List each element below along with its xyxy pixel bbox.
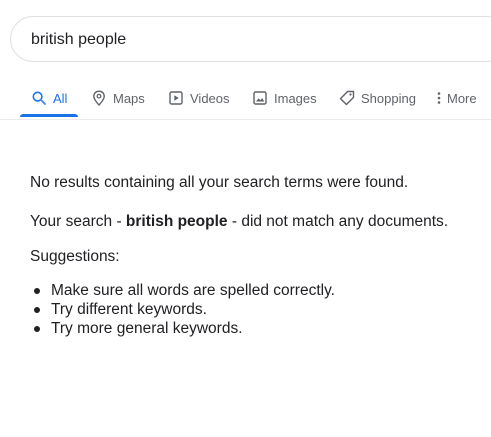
tab-videos-label: Videos	[190, 90, 230, 106]
more-vertical-icon	[435, 90, 443, 106]
map-pin-icon	[91, 90, 107, 106]
bullet-icon	[34, 307, 40, 313]
tab-videos[interactable]: Videos	[168, 86, 230, 110]
did-not-match-suffix: - did not match any documents.	[227, 213, 449, 230]
tab-maps-label: Maps	[113, 90, 145, 106]
tab-maps[interactable]: Maps	[91, 86, 145, 110]
tab-all-label: All	[53, 90, 68, 106]
search-tabs: All Maps Videos Images Shopping More	[0, 76, 491, 120]
did-not-match-query: british people	[125, 213, 228, 230]
tab-shopping-label: Shopping	[361, 90, 416, 106]
tab-more-label: More	[447, 90, 477, 106]
suggestion-text: Make sure all words are spelled correctl…	[51, 282, 335, 299]
search-icon	[31, 90, 47, 106]
suggestion-text: Try more general keywords.	[51, 320, 243, 337]
video-play-icon	[168, 90, 184, 106]
bullet-icon	[34, 326, 40, 332]
search-results-page: All Maps Videos	[0, 0, 491, 437]
image-icon	[252, 90, 268, 106]
bullet-icon	[34, 288, 40, 294]
suggestion-item: Try more general keywords.	[30, 319, 485, 338]
no-results-text: No results containing all your search te…	[30, 174, 409, 191]
suggestion-item: Try different keywords.	[30, 300, 485, 319]
tab-images[interactable]: Images	[252, 86, 317, 110]
tab-all[interactable]: All	[31, 86, 67, 110]
did-not-match-prefix: Your search -	[30, 213, 126, 230]
search-input[interactable]	[31, 28, 471, 52]
suggestions-title: Suggestions:	[30, 248, 120, 265]
search-box[interactable]	[10, 16, 491, 62]
suggestion-item: Make sure all words are spelled correctl…	[30, 281, 485, 300]
tab-images-label: Images	[274, 90, 317, 106]
tab-more[interactable]: More	[435, 86, 477, 110]
suggestion-list: Make sure all words are spelled correctl…	[30, 281, 485, 338]
suggestion-text: Try different keywords.	[51, 301, 207, 318]
did-not-match-text: Your search - british people - did not m…	[30, 211, 485, 233]
tab-shopping[interactable]: Shopping	[339, 86, 416, 110]
tag-icon	[339, 90, 355, 106]
no-results-message: No results containing all your search te…	[30, 172, 485, 338]
active-tab-indicator	[20, 114, 78, 117]
